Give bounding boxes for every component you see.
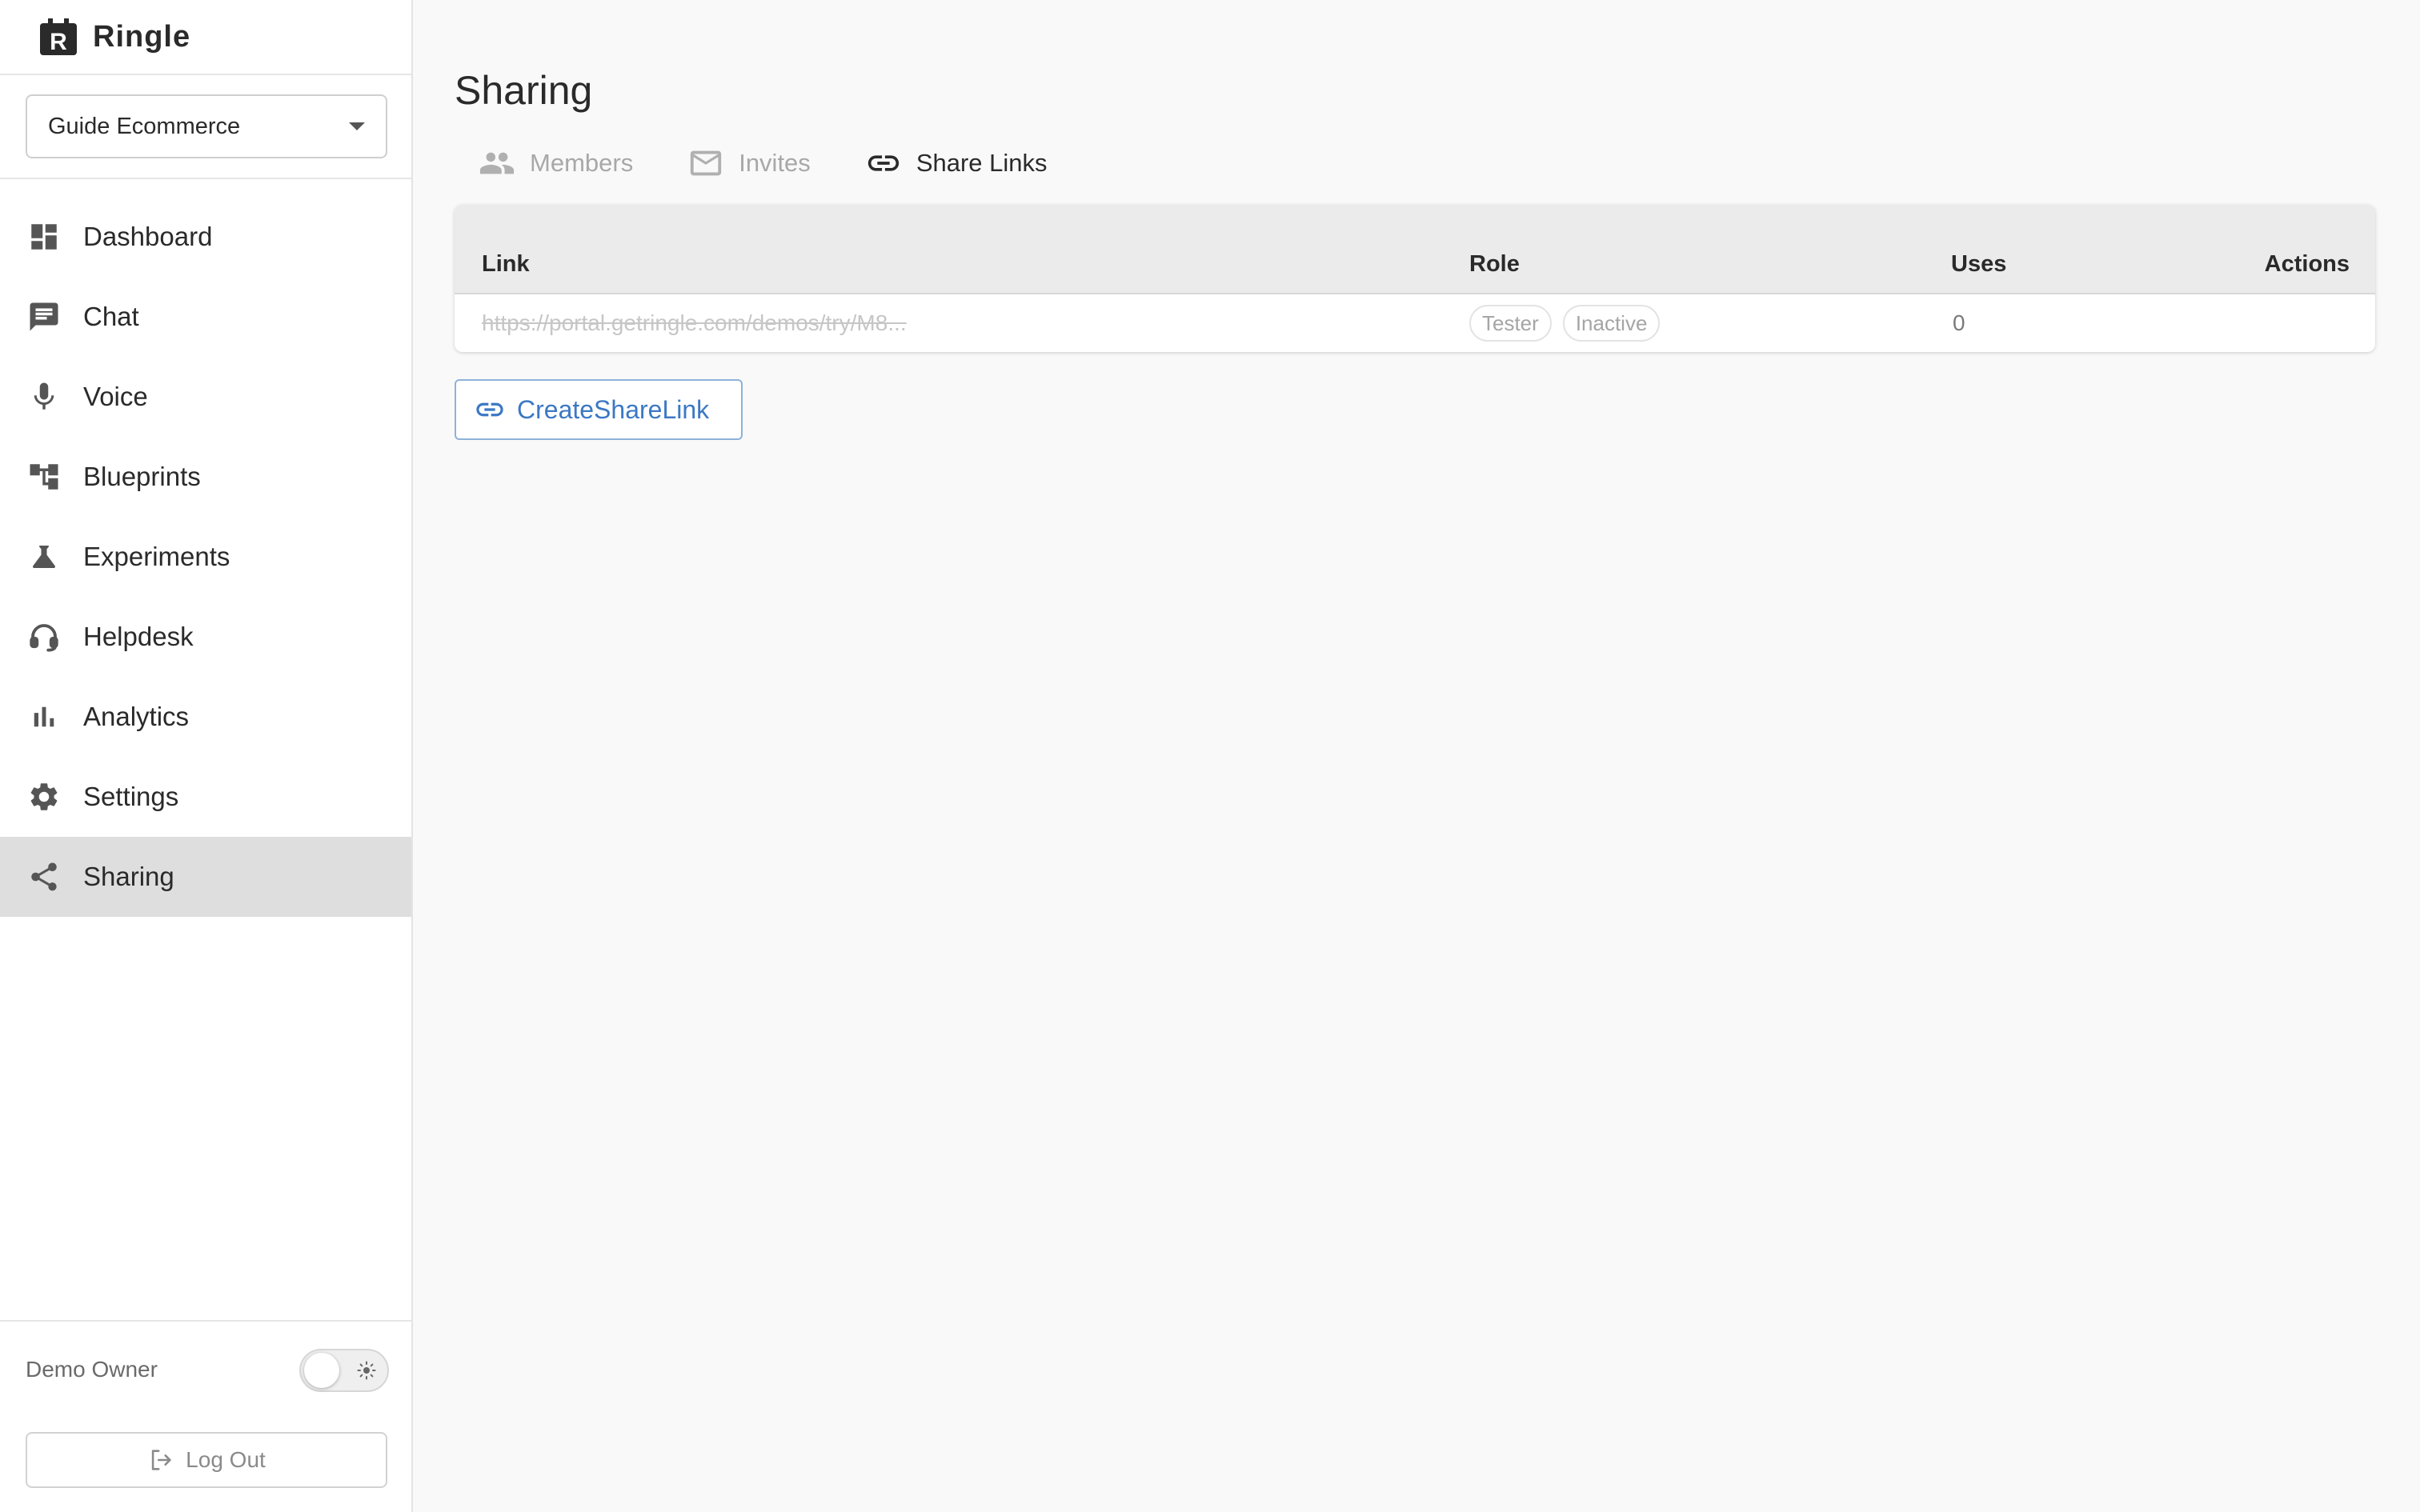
- flask-icon: [27, 540, 61, 574]
- app-name: Ringle: [93, 19, 191, 54]
- column-header-link[interactable]: Link: [482, 251, 530, 278]
- role-cell: Tester Inactive: [1469, 294, 1671, 352]
- sidebar-item-label: Dashboard: [83, 222, 213, 251]
- status-badge: Inactive: [1562, 305, 1661, 342]
- sidebar-footer: Demo Owner Log Out: [0, 1320, 411, 1512]
- role-chip: Tester: [1469, 305, 1552, 342]
- sidebar: R Ringle Guide Ecommerce Dashboard Chat: [0, 0, 413, 1512]
- page-title: Sharing: [455, 67, 593, 113]
- sidebar-item-label: Experiments: [83, 542, 230, 571]
- sidebar-item-analytics[interactable]: Analytics: [0, 677, 411, 757]
- sidebar-item-label: Chat: [83, 302, 139, 331]
- link-icon: [476, 402, 503, 417]
- theme-toggle[interactable]: [299, 1349, 389, 1392]
- tab-share-links[interactable]: Share Links: [865, 145, 1048, 182]
- toggle-knob: [304, 1353, 339, 1388]
- sidebar-item-voice[interactable]: Voice: [0, 357, 411, 437]
- caret-down-icon: [349, 122, 365, 130]
- uses-count: 0: [1953, 310, 1965, 335]
- sidebar-item-label: Helpdesk: [83, 622, 194, 651]
- bar-chart-icon: [27, 700, 61, 734]
- brand[interactable]: R Ringle: [0, 0, 411, 75]
- tab-label: Share Links: [916, 149, 1048, 177]
- sun-icon: [357, 1361, 376, 1380]
- user-name: Demo Owner: [26, 1357, 158, 1382]
- sidebar-nav: Dashboard Chat Voice Blueprints Experime…: [0, 197, 411, 917]
- sidebar-item-label: Blueprints: [83, 462, 201, 491]
- column-header-uses[interactable]: Uses: [1951, 251, 2006, 278]
- sidebar-item-blueprints[interactable]: Blueprints: [0, 437, 411, 517]
- link-icon: [867, 155, 899, 171]
- gear-icon: [27, 780, 61, 814]
- sidebar-item-settings[interactable]: Settings: [0, 757, 411, 837]
- column-header-actions: Actions: [2264, 251, 2350, 277]
- create-share-link-button[interactable]: CreateShareLink: [455, 379, 743, 440]
- column-header-role[interactable]: Role: [1469, 251, 1520, 278]
- tab-invites[interactable]: Invites: [687, 145, 811, 182]
- sidebar-item-label: Settings: [83, 782, 179, 811]
- create-share-link-label: CreateShareLink: [517, 394, 710, 424]
- sidebar-item-label: Analytics: [83, 702, 190, 731]
- dashboard-icon: [27, 220, 61, 254]
- sidebar-item-label: Sharing: [83, 862, 174, 891]
- workspace-area: Guide Ecommerce: [0, 75, 411, 179]
- workspace-select[interactable]: Guide Ecommerce: [26, 94, 387, 158]
- share-link-url[interactable]: https://portal.getringle.com/demos/try/M…: [482, 294, 907, 352]
- svg-text:R: R: [50, 29, 67, 55]
- tab-label: Members: [530, 149, 634, 177]
- headset-icon: [27, 620, 61, 654]
- share-icon: [27, 860, 61, 894]
- table-header: Link Role Uses Actions: [455, 205, 2375, 294]
- sidebar-item-chat[interactable]: Chat: [0, 277, 411, 357]
- tab-label: Invites: [739, 149, 811, 177]
- sidebar-item-sharing[interactable]: Sharing: [0, 837, 411, 917]
- chat-icon: [27, 300, 61, 334]
- ringle-logo-icon: R: [40, 18, 77, 55]
- sidebar-item-experiments[interactable]: Experiments: [0, 517, 411, 597]
- table-row: https://portal.getringle.com/demos/try/M…: [455, 294, 2375, 352]
- app-root: R Ringle Guide Ecommerce Dashboard Chat: [0, 0, 2420, 1512]
- workspace-select-value: Guide Ecommerce: [48, 113, 241, 139]
- share-links-table: Link Role Uses Actions https://portal.ge…: [455, 205, 2375, 352]
- mail-icon: [691, 150, 722, 176]
- logout-label: Log Out: [186, 1447, 266, 1472]
- microphone-icon: [27, 380, 61, 414]
- logout-button[interactable]: Log Out: [26, 1432, 387, 1488]
- tab-members[interactable]: Members: [479, 145, 633, 182]
- logout-icon: [151, 1450, 171, 1470]
- tab-bar: Members Invites Share Links: [479, 138, 1102, 189]
- sidebar-item-label: Voice: [83, 382, 148, 411]
- sidebar-item-dashboard[interactable]: Dashboard: [0, 197, 411, 277]
- sidebar-item-helpdesk[interactable]: Helpdesk: [0, 597, 411, 677]
- blueprints-icon: [27, 460, 61, 494]
- main-content: Sharing Members Invites Share Links Link…: [415, 0, 2420, 1512]
- people-icon: [479, 152, 515, 174]
